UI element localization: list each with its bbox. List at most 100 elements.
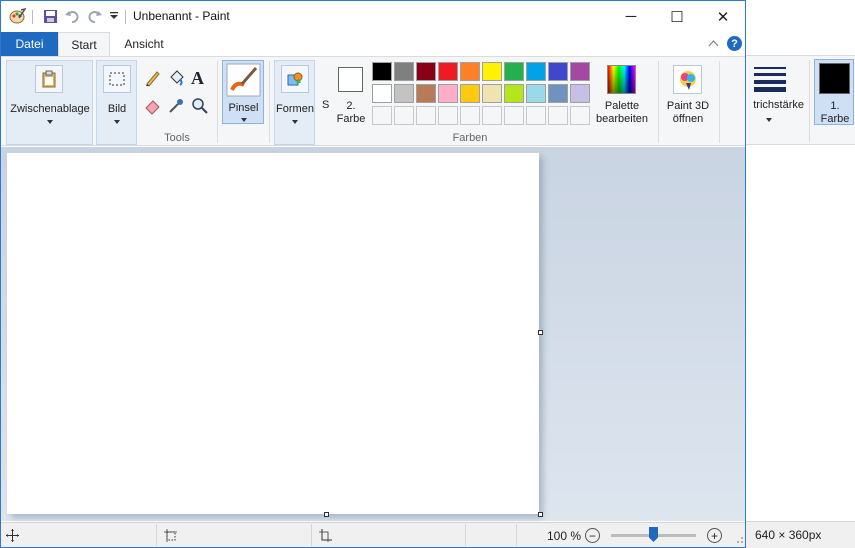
selection-size-icon xyxy=(164,529,177,545)
separator xyxy=(269,61,270,143)
magnifier-icon[interactable] xyxy=(191,97,211,117)
image-dimensions: 640 × 360px xyxy=(755,528,822,542)
stroke-width-button[interactable]: trichstärke xyxy=(746,62,804,132)
chevron-down-icon xyxy=(47,120,53,124)
open-paint-3d-button[interactable]: Paint 3D öffnen xyxy=(661,63,715,133)
custom-color-slot[interactable] xyxy=(460,106,480,125)
color-1-label-line1: 1. xyxy=(830,100,840,112)
background-canvas xyxy=(746,146,855,520)
custom-color-slot[interactable] xyxy=(438,106,458,125)
palette-color-swatch[interactable] xyxy=(372,62,392,81)
minimize-button[interactable]: ─ xyxy=(608,1,654,32)
palette-color-swatch[interactable] xyxy=(504,84,524,103)
edit-palette-icon xyxy=(607,65,636,94)
help-icon[interactable]: ? xyxy=(727,36,742,51)
chevron-down-icon xyxy=(114,120,120,124)
resize-grip-icon[interactable] xyxy=(735,524,745,546)
custom-color-slot[interactable] xyxy=(416,106,436,125)
undo-icon[interactable] xyxy=(63,7,81,25)
palette-color-swatch[interactable] xyxy=(526,62,546,81)
palette-color-swatch[interactable] xyxy=(548,84,568,103)
color-2-label-line2: Farbe xyxy=(336,113,366,125)
custom-color-slot[interactable] xyxy=(526,106,546,125)
fill-icon[interactable] xyxy=(167,69,187,89)
maximize-icon: ☐ xyxy=(670,8,684,26)
palette-color-swatch[interactable] xyxy=(570,84,590,103)
brushes-button[interactable]: Pinsel xyxy=(222,60,264,124)
shapes-button[interactable]: Formen xyxy=(274,60,315,145)
custom-color-slot[interactable] xyxy=(482,106,502,125)
resize-handle-right[interactable] xyxy=(538,330,543,335)
drawing-canvas[interactable] xyxy=(7,153,539,514)
color-1-label-line2: Farbe xyxy=(820,113,850,125)
custom-color-slot[interactable] xyxy=(548,106,568,125)
separator xyxy=(719,61,720,143)
resize-handle-bottom[interactable] xyxy=(324,512,329,517)
pencil-icon[interactable] xyxy=(144,69,164,89)
edit-palette-label-line1: Palette xyxy=(604,100,640,112)
image-button[interactable]: Bild xyxy=(96,60,137,145)
palette-color-swatch[interactable] xyxy=(416,84,436,103)
background-ribbon: trichstärke 1. Farbe xyxy=(746,55,855,145)
text-tool-icon[interactable]: A xyxy=(191,68,211,88)
tab-file[interactable]: Datei xyxy=(1,32,58,56)
palette-color-swatch[interactable] xyxy=(570,62,590,81)
chevron-down-icon xyxy=(292,120,298,124)
window-title: Unbenannt - Paint xyxy=(133,9,230,23)
color-2-button[interactable]: 2. Farbe xyxy=(334,63,368,133)
color-1-button[interactable]: 1. Farbe xyxy=(814,59,854,125)
clipboard-label: Zwischenablage xyxy=(10,103,90,115)
title-bar: Unbenannt - Paint ─ ☐ ✕ xyxy=(1,1,745,32)
palette-color-swatch[interactable] xyxy=(372,84,392,103)
minimize-icon: ─ xyxy=(625,8,637,25)
zoom-in-icon: + xyxy=(710,528,718,543)
custom-color-slot[interactable] xyxy=(504,106,524,125)
palette-color-swatch[interactable] xyxy=(482,84,502,103)
image-label: Bild xyxy=(107,103,127,115)
edit-palette-button[interactable]: Palette bearbeiten xyxy=(594,63,650,133)
truncated-label: S xyxy=(322,99,330,111)
chevron-down-icon xyxy=(241,118,247,122)
palette-color-swatch[interactable] xyxy=(460,84,480,103)
tab-view[interactable]: Ansicht xyxy=(113,32,175,56)
separator xyxy=(125,10,126,24)
customize-quick-access-icon[interactable] xyxy=(105,7,123,25)
palette-color-swatch[interactable] xyxy=(526,84,546,103)
tab-start[interactable]: Start xyxy=(58,32,110,56)
background-window: trichstärke 1. Farbe 640 × 360px xyxy=(746,0,855,548)
close-button[interactable]: ✕ xyxy=(700,1,745,32)
shapes-label: Formen xyxy=(276,103,314,115)
palette-color-swatch[interactable] xyxy=(504,62,524,81)
palette-color-swatch[interactable] xyxy=(548,62,568,81)
zoom-in-button[interactable]: + xyxy=(707,528,722,543)
palette-color-swatch[interactable] xyxy=(460,62,480,81)
separator xyxy=(465,524,466,546)
custom-color-slot[interactable] xyxy=(372,106,392,125)
image-size-icon xyxy=(319,529,332,545)
eraser-icon[interactable] xyxy=(144,97,164,117)
palette-color-swatch[interactable] xyxy=(482,62,502,81)
maximize-button[interactable]: ☐ xyxy=(654,1,700,32)
paint-3d-icon xyxy=(673,65,702,94)
resize-handle-corner[interactable] xyxy=(538,512,543,517)
custom-color-slot[interactable] xyxy=(394,106,414,125)
colors-group-label: Farben xyxy=(452,132,488,144)
separator xyxy=(809,60,810,142)
zoom-out-icon: − xyxy=(588,528,596,543)
palette-color-swatch[interactable] xyxy=(438,62,458,81)
palette-color-swatch[interactable] xyxy=(416,62,436,81)
redo-icon[interactable] xyxy=(85,7,103,25)
palette-color-swatch[interactable] xyxy=(394,62,414,81)
color-palette xyxy=(372,62,594,128)
stroke-width-label: trichstärke xyxy=(753,99,804,111)
palette-color-swatch[interactable] xyxy=(394,84,414,103)
clipboard-button[interactable]: Zwischenablage xyxy=(6,60,93,145)
paint-app-icon[interactable] xyxy=(8,7,26,25)
save-icon[interactable] xyxy=(41,7,59,25)
palette-color-swatch[interactable] xyxy=(438,84,458,103)
zoom-out-button[interactable]: − xyxy=(585,528,600,543)
separator xyxy=(658,61,659,143)
collapse-ribbon-icon[interactable] xyxy=(708,38,719,50)
color-picker-icon[interactable] xyxy=(167,97,187,117)
custom-color-slot[interactable] xyxy=(570,106,590,125)
